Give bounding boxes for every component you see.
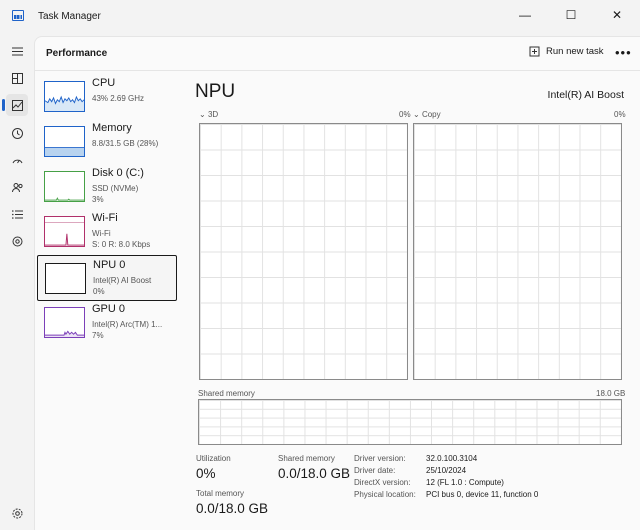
device-name: CPU: [92, 77, 116, 89]
header-divider: [35, 70, 640, 71]
utilization-value: 0%: [196, 466, 216, 481]
settings-icon[interactable]: [6, 502, 28, 524]
device-detail: 43% 2.69 GHz: [92, 94, 145, 103]
left-navigation: [0, 36, 34, 530]
services-icon[interactable]: [6, 230, 28, 252]
device-detail: Wi-Fi: [92, 229, 111, 238]
device-detail: SSD (NVMe): [92, 184, 139, 193]
details-icon[interactable]: [6, 203, 28, 225]
graph-copy-max: 0%: [614, 110, 626, 119]
graph-copy-label: Copy: [421, 110, 441, 119]
chevron-down-icon: ⌄: [413, 110, 420, 119]
directx-version-key: DirectX version:: [354, 478, 411, 487]
device-item-disk[interactable]: Disk 0 (C:) SSD (NVMe) 3%: [37, 164, 177, 210]
device-detail-2: 0%: [93, 287, 105, 296]
content-panel: Performance Run new task ••• CPU 43% 2.6…: [34, 36, 640, 530]
hamburger-icon[interactable]: [6, 40, 28, 62]
device-item-memory[interactable]: Memory 8.8/31.5 GB (28%): [37, 119, 177, 165]
shared-memory-stat-value: 0.0/18.0 GB: [278, 466, 351, 481]
disk-thumbnail: [44, 171, 85, 202]
physical-location-value: PCI bus 0, device 11, function 0: [426, 490, 539, 499]
device-detail: Intel(R) Arc(TM) 1...: [92, 320, 163, 329]
device-detail: 8.8/31.5 GB (28%): [92, 139, 159, 148]
startup-icon[interactable]: [6, 149, 28, 171]
graph-3d: [199, 123, 408, 380]
total-memory-value: 0.0/18.0 GB: [196, 501, 269, 516]
gpu-thumbnail: [44, 307, 85, 338]
close-button[interactable]: ✕: [594, 0, 640, 30]
minimize-button[interactable]: —: [502, 0, 548, 30]
maximize-button[interactable]: ☐: [548, 0, 594, 30]
shared-memory-label: Shared memory: [198, 389, 255, 398]
memory-thumbnail: [44, 126, 85, 157]
graph-3d-label: 3D: [207, 110, 219, 119]
device-item-npu[interactable]: NPU 0 Intel(R) AI Boost 0%: [37, 255, 177, 301]
directx-version-value: 12 (FL 1.0 : Compute): [426, 478, 504, 487]
npu-thumbnail: [45, 263, 86, 294]
shared-memory-stat-label: Shared memory: [278, 454, 335, 463]
utilization-label: Utilization: [196, 454, 231, 463]
run-new-task-button[interactable]: Run new task: [529, 46, 604, 57]
device-model: Intel(R) AI Boost: [547, 89, 624, 101]
graph-3d-max: 0%: [399, 110, 411, 119]
graph-3d-selector[interactable]: ⌄ 3D: [199, 110, 218, 119]
device-item-gpu[interactable]: GPU 0 Intel(R) Arc(TM) 1... 7%: [37, 300, 177, 346]
total-memory-label: Total memory: [196, 489, 245, 498]
driver-date-key: Driver date:: [354, 466, 396, 475]
device-detail: Intel(R) AI Boost: [93, 276, 152, 285]
device-name: Wi-Fi: [92, 212, 118, 224]
device-item-cpu[interactable]: CPU 43% 2.69 GHz: [37, 74, 177, 120]
title-bar: Task Manager — ☐ ✕: [0, 0, 640, 36]
app-history-icon[interactable]: [6, 122, 28, 144]
cpu-thumbnail: [44, 81, 85, 112]
device-name: GPU 0: [92, 303, 126, 315]
users-icon[interactable]: [6, 176, 28, 198]
wifi-thumbnail: [44, 216, 85, 247]
device-name: NPU 0: [93, 259, 126, 271]
run-new-task-label: Run new task: [546, 46, 604, 57]
shared-memory-graph: [198, 399, 622, 445]
graph-copy-selector[interactable]: ⌄ Copy: [413, 110, 441, 119]
driver-date-value: 25/10/2024: [426, 466, 467, 475]
driver-version-key: Driver version:: [354, 454, 406, 463]
driver-version-value: 32.0.100.3104: [426, 454, 478, 463]
device-detail-2: 3%: [92, 195, 104, 204]
performance-icon[interactable]: [2, 94, 28, 116]
shared-memory-max: 18.0 GB: [596, 389, 626, 398]
task-manager-icon: [12, 10, 24, 21]
device-name: Memory: [92, 122, 132, 134]
device-detail-2: S: 0 R: 8.0 Kbps: [92, 240, 151, 249]
graph-copy: [413, 123, 622, 380]
device-title: NPU: [195, 81, 236, 102]
run-task-icon: [529, 46, 540, 57]
window-title: Task Manager: [38, 11, 101, 22]
device-name: Disk 0 (C:): [92, 167, 144, 179]
device-item-wifi[interactable]: Wi-Fi Wi-Fi S: 0 R: 8.0 Kbps: [37, 209, 177, 255]
more-options-button[interactable]: •••: [615, 45, 632, 60]
physical-location-key: Physical location:: [354, 490, 416, 499]
processes-icon[interactable]: [6, 67, 28, 89]
device-detail-2: 7%: [92, 331, 104, 340]
chevron-down-icon: ⌄: [199, 110, 206, 119]
page-title: Performance: [46, 48, 108, 59]
